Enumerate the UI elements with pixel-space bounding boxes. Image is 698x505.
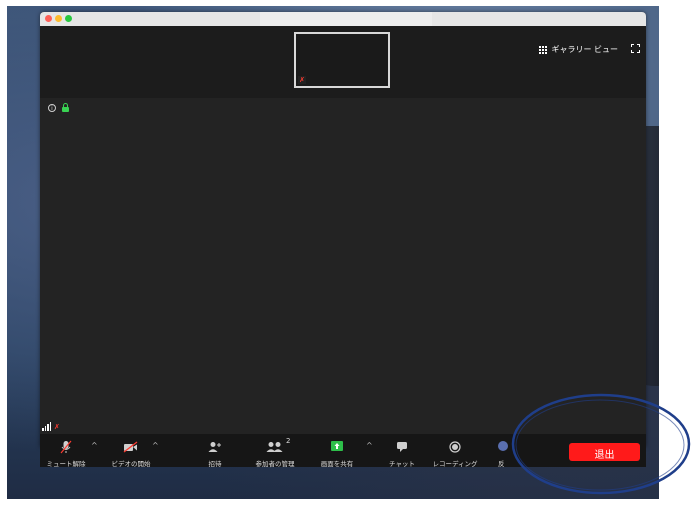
connection-signal-icon: ✗ xyxy=(42,421,60,431)
unmute-button[interactable]: ミュート解除 xyxy=(42,434,90,468)
start-video-label: ビデオの開始 xyxy=(111,460,151,468)
manage-participants-button[interactable]: 2 参加者の管理 xyxy=(244,434,306,468)
manage-participants-label: 参加者の管理 xyxy=(255,460,295,468)
gallery-view-label: ギャラリー ビュー xyxy=(551,45,618,54)
close-window-button[interactable] xyxy=(45,15,52,22)
info-icon[interactable]: i xyxy=(48,104,56,112)
fullscreen-icon[interactable] xyxy=(631,44,640,53)
participants-icon xyxy=(266,442,283,452)
chat-bubble-icon xyxy=(397,442,407,452)
record-icon xyxy=(449,441,461,453)
start-video-button[interactable]: ビデオの開始 xyxy=(104,434,158,468)
encryption-lock-icon[interactable] xyxy=(62,103,69,112)
window-title xyxy=(260,12,432,26)
muted-mic-icon xyxy=(60,440,72,454)
chat-label: チャット xyxy=(389,460,415,468)
add-person-icon xyxy=(208,442,221,452)
recording-button[interactable]: レコーディング xyxy=(426,434,484,468)
video-off-icon xyxy=(123,441,138,453)
minimize-window-button[interactable] xyxy=(55,15,62,22)
chat-button[interactable]: チャット xyxy=(384,434,420,468)
unmute-label: ミュート解除 xyxy=(46,460,86,468)
video-options-chevron-icon[interactable]: ^ xyxy=(152,441,159,450)
participants-count-badge: 2 xyxy=(286,437,291,445)
participant-thumbnail[interactable]: ✗ xyxy=(294,32,390,88)
invite-label: 招待 xyxy=(208,460,222,468)
invite-button[interactable]: 招待 xyxy=(198,434,232,468)
reactions-label: 反 xyxy=(498,460,505,468)
maximize-window-button[interactable] xyxy=(65,15,72,22)
grid-icon xyxy=(539,45,548,54)
recording-label: レコーディング xyxy=(432,460,478,468)
gallery-view-button[interactable]: ギャラリー ビュー xyxy=(539,44,618,55)
muted-mic-icon: ✗ xyxy=(298,76,306,84)
zoom-meeting-window: ✗ ギャラリー ビュー i ✗ xyxy=(40,12,646,447)
main-video-area: i xyxy=(40,98,646,431)
annotation-highlight-ellipse xyxy=(511,393,691,495)
share-screen-icon xyxy=(331,441,343,451)
audio-options-chevron-icon[interactable]: ^ xyxy=(91,441,98,450)
share-options-chevron-icon[interactable]: ^ xyxy=(366,441,373,450)
share-screen-label: 画面を共有 xyxy=(320,460,354,468)
video-strip: ✗ ギャラリー ビュー xyxy=(40,26,646,98)
share-screen-button[interactable]: 画面を共有 xyxy=(316,434,358,468)
title-bar xyxy=(40,12,646,26)
